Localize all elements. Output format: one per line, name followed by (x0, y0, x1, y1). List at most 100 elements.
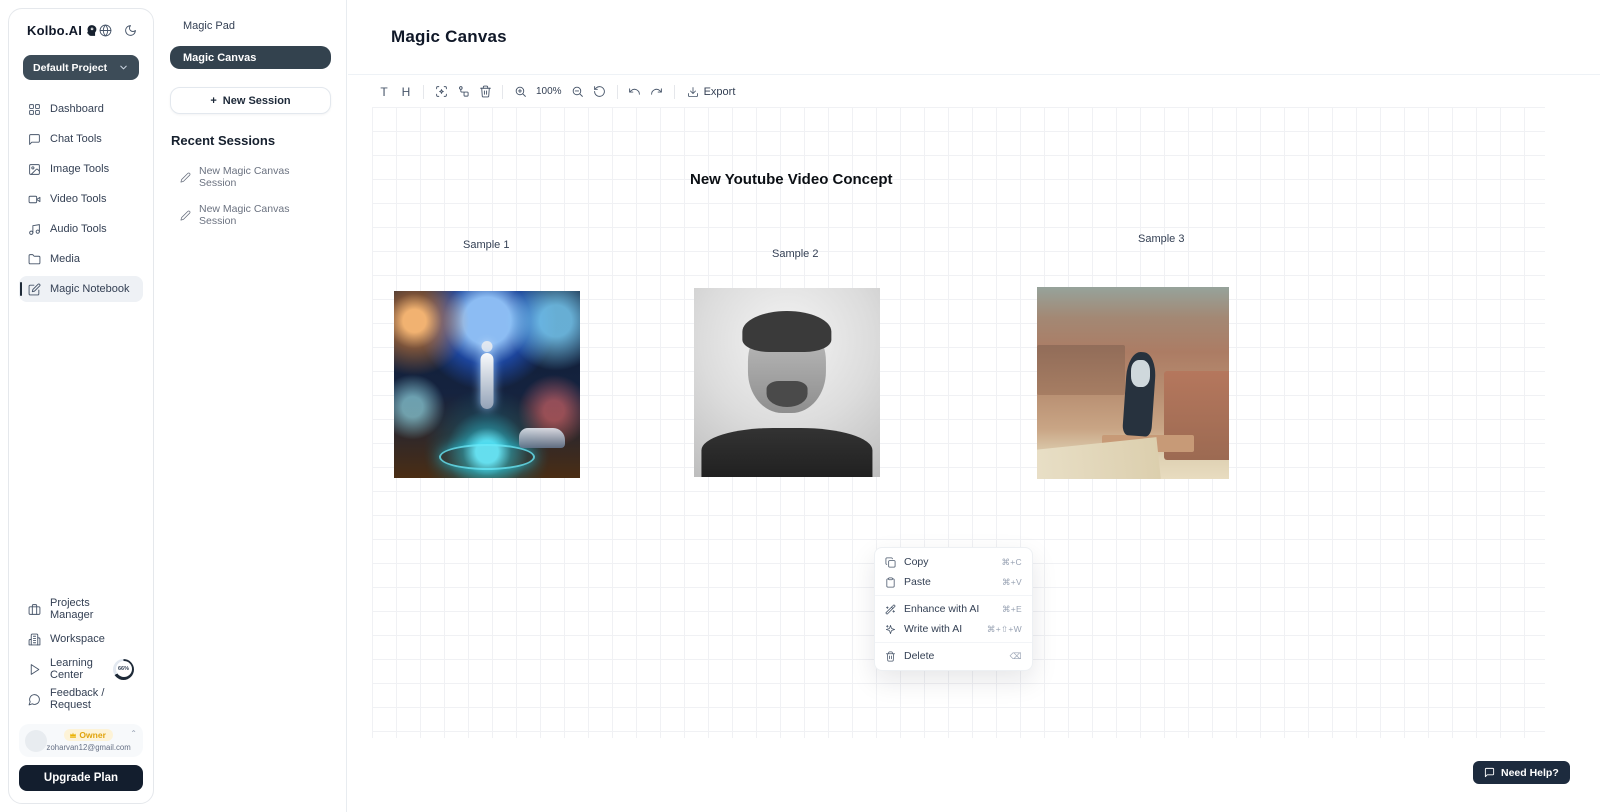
context-menu-label: Copy (904, 556, 929, 568)
project-selector-label: Default Project (33, 62, 107, 74)
avatar (25, 730, 47, 752)
sidebar-item-video-tools[interactable]: Video Tools (19, 186, 143, 212)
globe-icon[interactable] (99, 24, 112, 37)
zoom-out-button[interactable] (567, 81, 589, 103)
toolbar-divider (502, 85, 503, 99)
magic-wand-icon (885, 604, 896, 615)
sidebar-item-chat-tools[interactable]: Chat Tools (19, 126, 143, 152)
new-session-button[interactable]: + New Session (170, 87, 331, 114)
sample-1-label[interactable]: Sample 1 (463, 239, 509, 251)
panel-item-magic-pad[interactable]: Magic Pad (170, 14, 331, 38)
logo-row: Kolbo.AI (19, 23, 143, 38)
text-tool-button[interactable]: T (373, 81, 395, 103)
sidebar-item-audio-tools[interactable]: Audio Tools (19, 216, 143, 242)
context-menu: Copy ⌘+C Paste ⌘+V Enhance with AI ⌘+E W… (874, 547, 1033, 671)
undo-button[interactable] (624, 81, 646, 103)
sidebar-item-image-tools[interactable]: Image Tools (19, 156, 143, 182)
context-menu-label: Write with AI (904, 623, 962, 635)
new-session-label: New Session (223, 95, 291, 107)
sidebar-item-magic-notebook[interactable]: Magic Notebook (19, 276, 143, 302)
zoom-in-button[interactable] (509, 81, 531, 103)
learning-progress-value: 66% (116, 661, 132, 677)
moon-icon[interactable] (124, 24, 137, 37)
chat-icon (28, 133, 41, 146)
app-sidebar: Kolbo.AI Default Project Dashboard Chat … (8, 8, 154, 804)
owner-badge-label: Owner (79, 730, 105, 740)
sample-3-label[interactable]: Sample 3 (1138, 233, 1184, 245)
sidebar-item-workspace[interactable]: Workspace (19, 626, 143, 652)
sidebar-item-projects-manager[interactable]: Projects Manager (19, 596, 143, 622)
recent-session-item[interactable]: New Magic Canvas Session (170, 196, 331, 234)
context-menu-label: Delete (904, 650, 934, 662)
export-label: Export (704, 86, 736, 98)
zoom-level: 100% (531, 86, 567, 97)
sidebar-item-learning-center[interactable]: Learning Center 66% (19, 656, 143, 682)
chevron-down-icon (118, 62, 129, 73)
project-selector[interactable]: Default Project (23, 55, 139, 80)
sidebar-item-label: Dashboard (50, 103, 104, 115)
context-menu-label: Paste (904, 576, 931, 588)
pencil-icon (180, 172, 191, 183)
undo-icon (628, 85, 641, 98)
heading-tool-button[interactable]: H (395, 81, 417, 103)
ai-select-button[interactable] (430, 81, 452, 103)
audio-icon (28, 223, 41, 236)
page-title: Magic Canvas (391, 27, 507, 47)
feedback-icon (28, 693, 41, 706)
shortcut-hint: ⌘+C (1001, 557, 1022, 568)
sidebar-item-dashboard[interactable]: Dashboard (19, 96, 143, 122)
context-menu-enhance-with-ai[interactable]: Enhance with AI ⌘+E (875, 599, 1032, 619)
context-menu-label: Enhance with AI (904, 603, 979, 615)
sample-2-image[interactable] (694, 288, 880, 477)
video-icon (28, 193, 41, 206)
plus-icon: + (210, 95, 216, 107)
sample-1-image[interactable] (394, 291, 580, 478)
sample-2-label[interactable]: Sample 2 (772, 248, 818, 260)
export-button[interactable]: Export (681, 86, 742, 98)
context-menu-copy[interactable]: Copy ⌘+C (875, 552, 1032, 572)
sidebar-item-feedback[interactable]: Feedback / Request (19, 686, 143, 712)
pencil-icon (180, 210, 191, 221)
sidebar-item-label: Magic Notebook (50, 283, 130, 295)
paste-icon (885, 577, 896, 588)
robot-body-shape (481, 353, 494, 409)
context-menu-delete[interactable]: Delete ⌫ (875, 646, 1032, 666)
building-icon (28, 633, 41, 646)
context-menu-paste[interactable]: Paste ⌘+V (875, 572, 1032, 592)
delete-tool-button[interactable] (474, 81, 496, 103)
context-menu-write-with-ai[interactable]: Write with AI ⌘+⇧+W (875, 619, 1032, 639)
robot-head-shape (482, 341, 493, 352)
canvas-heading[interactable]: New Youtube Video Concept (690, 171, 893, 188)
account-chevron-icon: ⌃ (130, 729, 137, 738)
main-area: Magic Canvas T H 100% (348, 0, 1600, 812)
upgrade-plan-button[interactable]: Upgrade Plan (19, 765, 143, 791)
sample-3-image[interactable] (1037, 287, 1229, 479)
sidebar-item-label: Projects Manager (50, 597, 134, 621)
briefcase-icon (28, 603, 41, 616)
redo-button[interactable] (646, 81, 668, 103)
flow-node-button[interactable] (452, 81, 474, 103)
sidebar-item-label: Media (50, 253, 80, 265)
sidebar-item-label: Audio Tools (50, 223, 107, 235)
sidebar-spacer (19, 302, 143, 590)
image-icon (28, 163, 41, 176)
portrait-hair-shape (742, 311, 831, 353)
need-help-button[interactable]: Need Help? (1473, 761, 1570, 784)
reset-view-button[interactable] (589, 81, 611, 103)
panel-item-magic-canvas[interactable]: Magic Canvas (170, 46, 331, 69)
sidebar-item-media[interactable]: Media (19, 246, 143, 272)
text-tool-glyph: T (380, 85, 387, 99)
recent-session-label: New Magic Canvas Session (199, 203, 321, 227)
sidebar-item-label: Workspace (50, 633, 105, 645)
account-card[interactable]: Owner zoharvan12@gmail.com ⌃ (19, 724, 143, 757)
canvas-toolbar: T H 100% Export (348, 76, 1600, 107)
owner-badge: Owner (64, 729, 112, 741)
media-folder-icon (28, 253, 41, 266)
rotate-ccw-icon (593, 85, 606, 98)
brand-logo[interactable]: Kolbo.AI (27, 23, 98, 38)
recent-session-item[interactable]: New Magic Canvas Session (170, 158, 331, 196)
play-icon (28, 663, 41, 676)
context-menu-divider (875, 595, 1032, 596)
sidebar-item-label: Video Tools (50, 193, 106, 205)
help-chat-icon (1484, 767, 1495, 778)
